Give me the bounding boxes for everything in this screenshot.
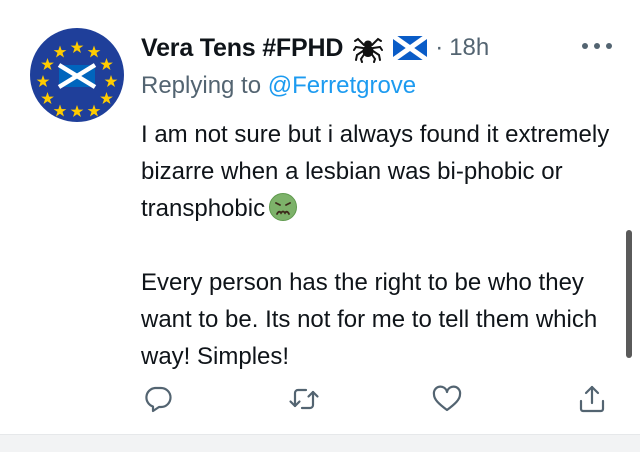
- reply-icon[interactable]: [140, 381, 176, 417]
- replying-prefix: Replying to: [141, 72, 268, 99]
- spider-icon: [353, 33, 384, 63]
- tweet-header: Vera Tens #FPHD · 18h: [141, 28, 489, 68]
- eu-scotland-flag-avatar-icon: [30, 28, 124, 122]
- tweet-paragraph-1: I am not sure but i always found it extr…: [141, 116, 611, 227]
- share-icon[interactable]: [574, 381, 610, 417]
- tweet-paragraph-1-text: I am not sure but i always found it extr…: [141, 121, 610, 222]
- more-icon[interactable]: [582, 34, 612, 58]
- scrollbar[interactable]: [626, 230, 632, 358]
- avatar[interactable]: [30, 28, 124, 122]
- like-icon[interactable]: [429, 381, 465, 417]
- tweet-actions: [0, 381, 640, 417]
- timestamp[interactable]: 18h: [449, 34, 489, 62]
- scotland-flag-icon: [391, 33, 429, 63]
- replying-handle-link[interactable]: @Ferretgrove: [268, 72, 416, 99]
- next-tweet-divider: [0, 434, 640, 452]
- tweet[interactable]: Vera Tens #FPHD · 18h Replying to @Ferre…: [0, 0, 640, 434]
- tweet-text: I am not sure but i always found it extr…: [141, 116, 611, 375]
- retweet-icon[interactable]: [286, 381, 322, 417]
- nauseated-face-icon: [269, 193, 298, 221]
- tweet-paragraph-2: Every person has the right to be who the…: [141, 269, 598, 370]
- separator-dot: ·: [435, 34, 444, 61]
- display-name[interactable]: Vera Tens #FPHD: [141, 34, 343, 63]
- replying-to: Replying to @Ferretgrove: [141, 72, 416, 100]
